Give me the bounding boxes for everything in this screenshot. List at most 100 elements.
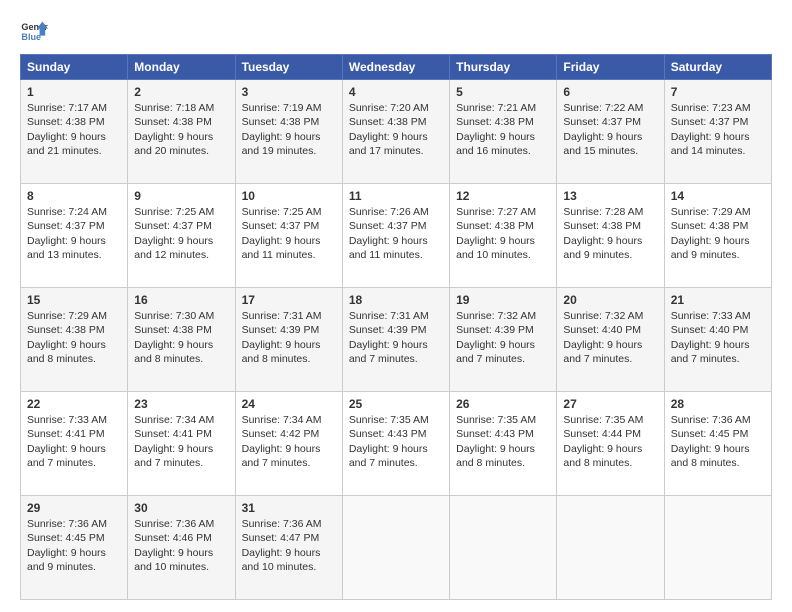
weekday-header-thursday: Thursday bbox=[450, 55, 557, 80]
day-info: Sunset: 4:46 PM bbox=[134, 531, 228, 545]
calendar-cell: 2Sunrise: 7:18 AMSunset: 4:38 PMDaylight… bbox=[128, 80, 235, 184]
day-number: 24 bbox=[242, 396, 336, 412]
calendar-cell: 17Sunrise: 7:31 AMSunset: 4:39 PMDayligh… bbox=[235, 288, 342, 392]
day-info: Sunrise: 7:36 AM bbox=[671, 413, 765, 427]
calendar-cell: 25Sunrise: 7:35 AMSunset: 4:43 PMDayligh… bbox=[342, 392, 449, 496]
day-number: 16 bbox=[134, 292, 228, 308]
calendar-cell: 28Sunrise: 7:36 AMSunset: 4:45 PMDayligh… bbox=[664, 392, 771, 496]
day-info: and 8 minutes. bbox=[456, 456, 550, 470]
day-info: and 7 minutes. bbox=[349, 352, 443, 366]
calendar-cell: 19Sunrise: 7:32 AMSunset: 4:39 PMDayligh… bbox=[450, 288, 557, 392]
day-info: Sunset: 4:38 PM bbox=[134, 115, 228, 129]
day-info: Daylight: 9 hours bbox=[456, 442, 550, 456]
day-info: Sunset: 4:38 PM bbox=[456, 219, 550, 233]
day-info: Sunset: 4:38 PM bbox=[563, 219, 657, 233]
day-info: Daylight: 9 hours bbox=[349, 234, 443, 248]
day-number: 26 bbox=[456, 396, 550, 412]
day-info: Daylight: 9 hours bbox=[563, 338, 657, 352]
calendar-cell: 30Sunrise: 7:36 AMSunset: 4:46 PMDayligh… bbox=[128, 496, 235, 600]
day-info: Sunrise: 7:23 AM bbox=[671, 101, 765, 115]
day-number: 7 bbox=[671, 84, 765, 100]
weekday-header-friday: Friday bbox=[557, 55, 664, 80]
calendar-cell: 7Sunrise: 7:23 AMSunset: 4:37 PMDaylight… bbox=[664, 80, 771, 184]
day-info: Sunset: 4:39 PM bbox=[349, 323, 443, 337]
day-info: Daylight: 9 hours bbox=[242, 546, 336, 560]
calendar-cell: 5Sunrise: 7:21 AMSunset: 4:38 PMDaylight… bbox=[450, 80, 557, 184]
calendar-cell: 21Sunrise: 7:33 AMSunset: 4:40 PMDayligh… bbox=[664, 288, 771, 392]
day-info: and 12 minutes. bbox=[134, 248, 228, 262]
day-number: 4 bbox=[349, 84, 443, 100]
day-info: Sunset: 4:43 PM bbox=[349, 427, 443, 441]
calendar-cell: 9Sunrise: 7:25 AMSunset: 4:37 PMDaylight… bbox=[128, 184, 235, 288]
day-info: Sunrise: 7:35 AM bbox=[349, 413, 443, 427]
day-info: Daylight: 9 hours bbox=[242, 130, 336, 144]
calendar-table: SundayMondayTuesdayWednesdayThursdayFrid… bbox=[20, 54, 772, 600]
day-info: Sunrise: 7:19 AM bbox=[242, 101, 336, 115]
day-info: Sunset: 4:37 PM bbox=[563, 115, 657, 129]
day-number: 20 bbox=[563, 292, 657, 308]
day-info: and 20 minutes. bbox=[134, 144, 228, 158]
day-info: Sunset: 4:39 PM bbox=[456, 323, 550, 337]
day-info: Daylight: 9 hours bbox=[27, 234, 121, 248]
day-number: 10 bbox=[242, 188, 336, 204]
calendar-cell: 24Sunrise: 7:34 AMSunset: 4:42 PMDayligh… bbox=[235, 392, 342, 496]
calendar-cell: 23Sunrise: 7:34 AMSunset: 4:41 PMDayligh… bbox=[128, 392, 235, 496]
day-info: Sunset: 4:38 PM bbox=[242, 115, 336, 129]
day-info: Sunrise: 7:28 AM bbox=[563, 205, 657, 219]
calendar-cell: 11Sunrise: 7:26 AMSunset: 4:37 PMDayligh… bbox=[342, 184, 449, 288]
day-info: Sunrise: 7:25 AM bbox=[134, 205, 228, 219]
calendar-cell: 6Sunrise: 7:22 AMSunset: 4:37 PMDaylight… bbox=[557, 80, 664, 184]
day-info: Sunrise: 7:30 AM bbox=[134, 309, 228, 323]
day-info: Daylight: 9 hours bbox=[134, 130, 228, 144]
week-row-4: 22Sunrise: 7:33 AMSunset: 4:41 PMDayligh… bbox=[21, 392, 772, 496]
day-info: Sunrise: 7:29 AM bbox=[27, 309, 121, 323]
day-info: Daylight: 9 hours bbox=[242, 338, 336, 352]
day-info: and 8 minutes. bbox=[27, 352, 121, 366]
day-info: Sunset: 4:47 PM bbox=[242, 531, 336, 545]
day-info: Sunset: 4:37 PM bbox=[134, 219, 228, 233]
week-row-1: 1Sunrise: 7:17 AMSunset: 4:38 PMDaylight… bbox=[21, 80, 772, 184]
calendar-cell bbox=[557, 496, 664, 600]
day-info: Sunrise: 7:35 AM bbox=[456, 413, 550, 427]
day-info: Daylight: 9 hours bbox=[242, 234, 336, 248]
day-info: Sunrise: 7:35 AM bbox=[563, 413, 657, 427]
day-info: Daylight: 9 hours bbox=[349, 442, 443, 456]
day-info: and 10 minutes. bbox=[134, 560, 228, 574]
day-info: and 7 minutes. bbox=[27, 456, 121, 470]
day-info: Daylight: 9 hours bbox=[671, 338, 765, 352]
day-info: Sunrise: 7:24 AM bbox=[27, 205, 121, 219]
day-info: Sunset: 4:38 PM bbox=[671, 219, 765, 233]
header: General Blue bbox=[20, 16, 772, 44]
day-info: Sunrise: 7:34 AM bbox=[134, 413, 228, 427]
calendar-cell bbox=[342, 496, 449, 600]
day-number: 17 bbox=[242, 292, 336, 308]
calendar-page: General Blue SundayMondayTuesdayWednesda… bbox=[0, 0, 792, 612]
weekday-header-tuesday: Tuesday bbox=[235, 55, 342, 80]
day-info: Daylight: 9 hours bbox=[134, 546, 228, 560]
calendar-cell: 31Sunrise: 7:36 AMSunset: 4:47 PMDayligh… bbox=[235, 496, 342, 600]
calendar-cell: 20Sunrise: 7:32 AMSunset: 4:40 PMDayligh… bbox=[557, 288, 664, 392]
day-info: and 7 minutes. bbox=[563, 352, 657, 366]
day-info: Daylight: 9 hours bbox=[349, 130, 443, 144]
day-info: and 9 minutes. bbox=[563, 248, 657, 262]
weekday-header-saturday: Saturday bbox=[664, 55, 771, 80]
day-info: Daylight: 9 hours bbox=[671, 130, 765, 144]
day-info: Sunset: 4:37 PM bbox=[349, 219, 443, 233]
day-info: Sunrise: 7:36 AM bbox=[27, 517, 121, 531]
week-row-3: 15Sunrise: 7:29 AMSunset: 4:38 PMDayligh… bbox=[21, 288, 772, 392]
day-number: 21 bbox=[671, 292, 765, 308]
day-info: and 7 minutes. bbox=[134, 456, 228, 470]
day-info: and 13 minutes. bbox=[27, 248, 121, 262]
day-number: 31 bbox=[242, 500, 336, 516]
day-info: Sunset: 4:38 PM bbox=[349, 115, 443, 129]
weekday-header-wednesday: Wednesday bbox=[342, 55, 449, 80]
day-info: Daylight: 9 hours bbox=[349, 338, 443, 352]
day-info: Sunrise: 7:17 AM bbox=[27, 101, 121, 115]
day-number: 25 bbox=[349, 396, 443, 412]
day-info: Sunset: 4:42 PM bbox=[242, 427, 336, 441]
day-info: Daylight: 9 hours bbox=[563, 234, 657, 248]
calendar-cell: 27Sunrise: 7:35 AMSunset: 4:44 PMDayligh… bbox=[557, 392, 664, 496]
day-info: Sunrise: 7:26 AM bbox=[349, 205, 443, 219]
day-info: and 21 minutes. bbox=[27, 144, 121, 158]
calendar-cell: 12Sunrise: 7:27 AMSunset: 4:38 PMDayligh… bbox=[450, 184, 557, 288]
